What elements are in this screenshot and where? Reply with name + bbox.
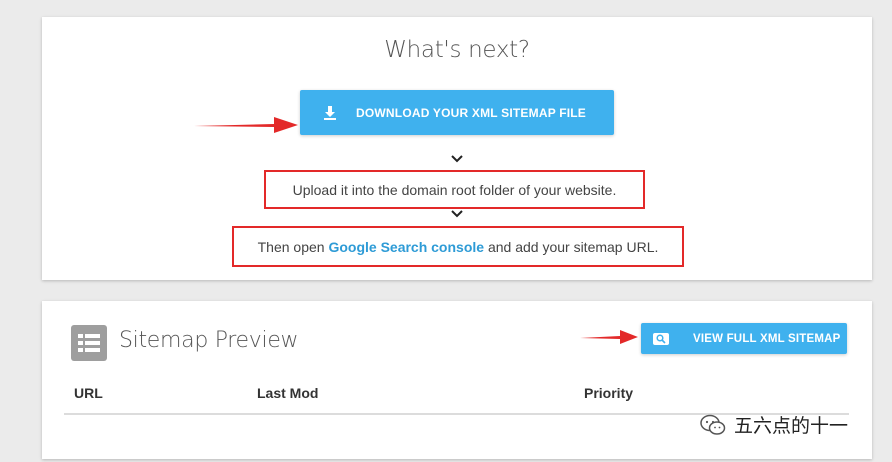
search-icon bbox=[653, 332, 669, 345]
list-icon bbox=[71, 325, 107, 361]
wechat-logo-icon bbox=[700, 414, 726, 435]
step-search-prefix: Then open bbox=[257, 238, 329, 255]
whats-next-card: What's next? DOWNLOAD YOUR XML SITEMAP F… bbox=[42, 17, 872, 280]
step-upload-text: Upload it into the domain root folder of… bbox=[292, 181, 617, 198]
view-full-sitemap-label: VIEW FULL XML SITEMAP bbox=[693, 332, 841, 345]
step-search-suffix: and add your sitemap URL. bbox=[484, 238, 659, 255]
step-upload-instruction: Upload it into the domain root folder of… bbox=[264, 170, 645, 209]
download-icon bbox=[324, 105, 338, 121]
column-header-priority[interactable]: Priority bbox=[584, 385, 633, 401]
chevron-down-icon bbox=[451, 155, 463, 163]
step-search-console-instruction: Then open Google Search console and add … bbox=[232, 226, 684, 267]
column-header-last-mod[interactable]: Last Mod bbox=[257, 385, 318, 401]
google-search-console-link[interactable]: Google Search console bbox=[328, 239, 484, 255]
download-sitemap-button[interactable]: DOWNLOAD YOUR XML SITEMAP FILE bbox=[300, 90, 614, 135]
annotation-arrow-icon bbox=[194, 117, 298, 133]
chevron-down-icon bbox=[451, 210, 463, 218]
annotation-arrow-icon bbox=[580, 330, 638, 344]
column-header-url[interactable]: URL bbox=[74, 385, 103, 401]
view-full-sitemap-button[interactable]: VIEW FULL XML SITEMAP bbox=[641, 323, 847, 354]
sitemap-preview-title: Sitemap Preview bbox=[119, 328, 299, 353]
watermark: 五六点的十一 bbox=[700, 411, 848, 438]
whats-next-title: What's next? bbox=[384, 37, 530, 63]
download-sitemap-label: DOWNLOAD YOUR XML SITEMAP FILE bbox=[356, 105, 587, 120]
watermark-text: 五六点的十一 bbox=[734, 416, 849, 437]
